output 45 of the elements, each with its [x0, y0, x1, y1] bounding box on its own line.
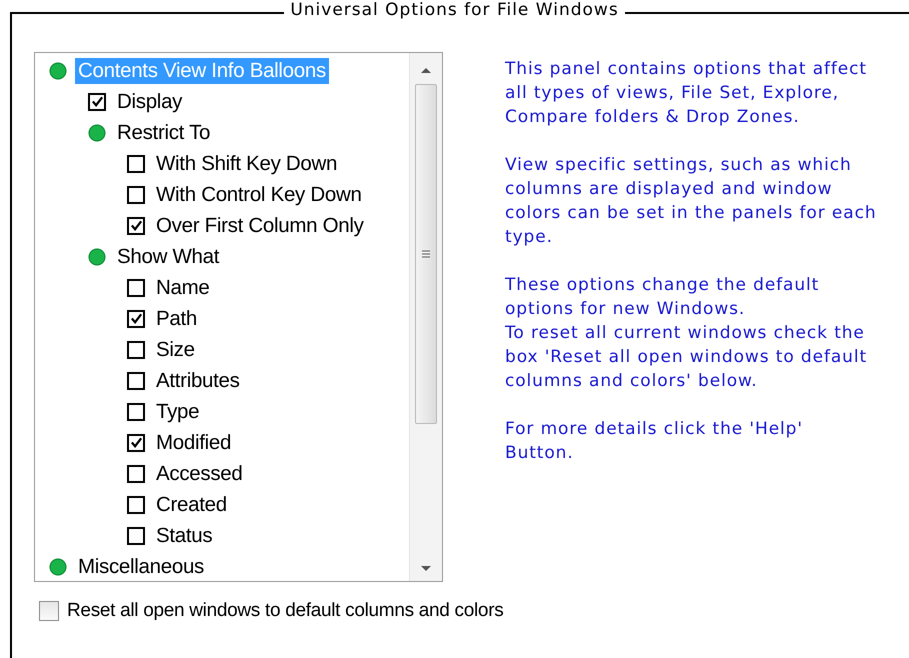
tree-item[interactable]: Created [153, 492, 230, 518]
tree-item[interactable]: Attributes [153, 368, 243, 394]
checkbox[interactable] [127, 278, 145, 296]
checkbox[interactable] [127, 496, 145, 514]
tree-item[interactable]: With Control Key Down [153, 182, 365, 208]
tree-item[interactable]: Status [153, 522, 216, 548]
help-paragraph: For more details click the 'Help' Button. [505, 418, 804, 465]
bullet-icon [49, 62, 67, 80]
window-title: Universal Options for File Windows [284, 0, 625, 20]
tree-item[interactable]: Type [153, 398, 202, 424]
checkbox[interactable] [127, 340, 145, 358]
tree-item[interactable]: Restrict To [114, 120, 214, 146]
checkbox[interactable] [39, 601, 59, 621]
checkbox[interactable] [127, 310, 145, 328]
bullet-icon [49, 558, 67, 576]
scrollbar[interactable] [409, 53, 442, 581]
tree-item[interactable]: Modified [153, 430, 234, 456]
tree-item[interactable]: Accessed [153, 460, 246, 486]
checkbox[interactable] [127, 154, 145, 172]
checkbox-label[interactable]: Reset all open windows to default columns and colors [67, 600, 504, 622]
checkbox[interactable] [127, 434, 145, 452]
checkbox[interactable] [127, 526, 145, 544]
scrollbar-thumb[interactable] [415, 84, 437, 424]
tree-item[interactable]: Over First Column Only [153, 212, 367, 238]
checkbox[interactable] [127, 216, 145, 234]
grip-icon [421, 250, 431, 258]
tree-item[interactable]: With Shift Key Down [153, 150, 340, 176]
checkbox[interactable] [88, 92, 106, 110]
tree-item[interactable]: Show What [114, 244, 222, 270]
scroll-down-icon[interactable] [420, 565, 432, 573]
checkbox[interactable] [127, 464, 145, 482]
checkbox[interactable] [127, 186, 145, 204]
tree-item[interactable]: Display [114, 88, 186, 114]
help-paragraph: This panel contains options that affect all types of views, File Set, Explore, Compare folders & Drop Zones. [505, 58, 868, 129]
checkbox[interactable] [127, 372, 145, 390]
tree-item[interactable]: Path [153, 306, 200, 332]
scroll-up-icon[interactable] [420, 66, 432, 74]
tree-item[interactable]: Miscellaneous [75, 554, 207, 580]
help-paragraph: These options change the default options for new Windows. To reset all current windows check the box 'Reset all open windows to default columns and colors' below. [505, 274, 868, 393]
tree-item[interactable]: Size [153, 336, 198, 362]
help-paragraph: View specific settings, such as which columns are displayed and window colors can be set in the panels for each type. [505, 154, 877, 249]
tree-item[interactable]: Name [153, 274, 212, 300]
bullet-icon [88, 248, 106, 266]
checkbox[interactable] [127, 402, 145, 420]
bullet-icon [88, 124, 106, 142]
